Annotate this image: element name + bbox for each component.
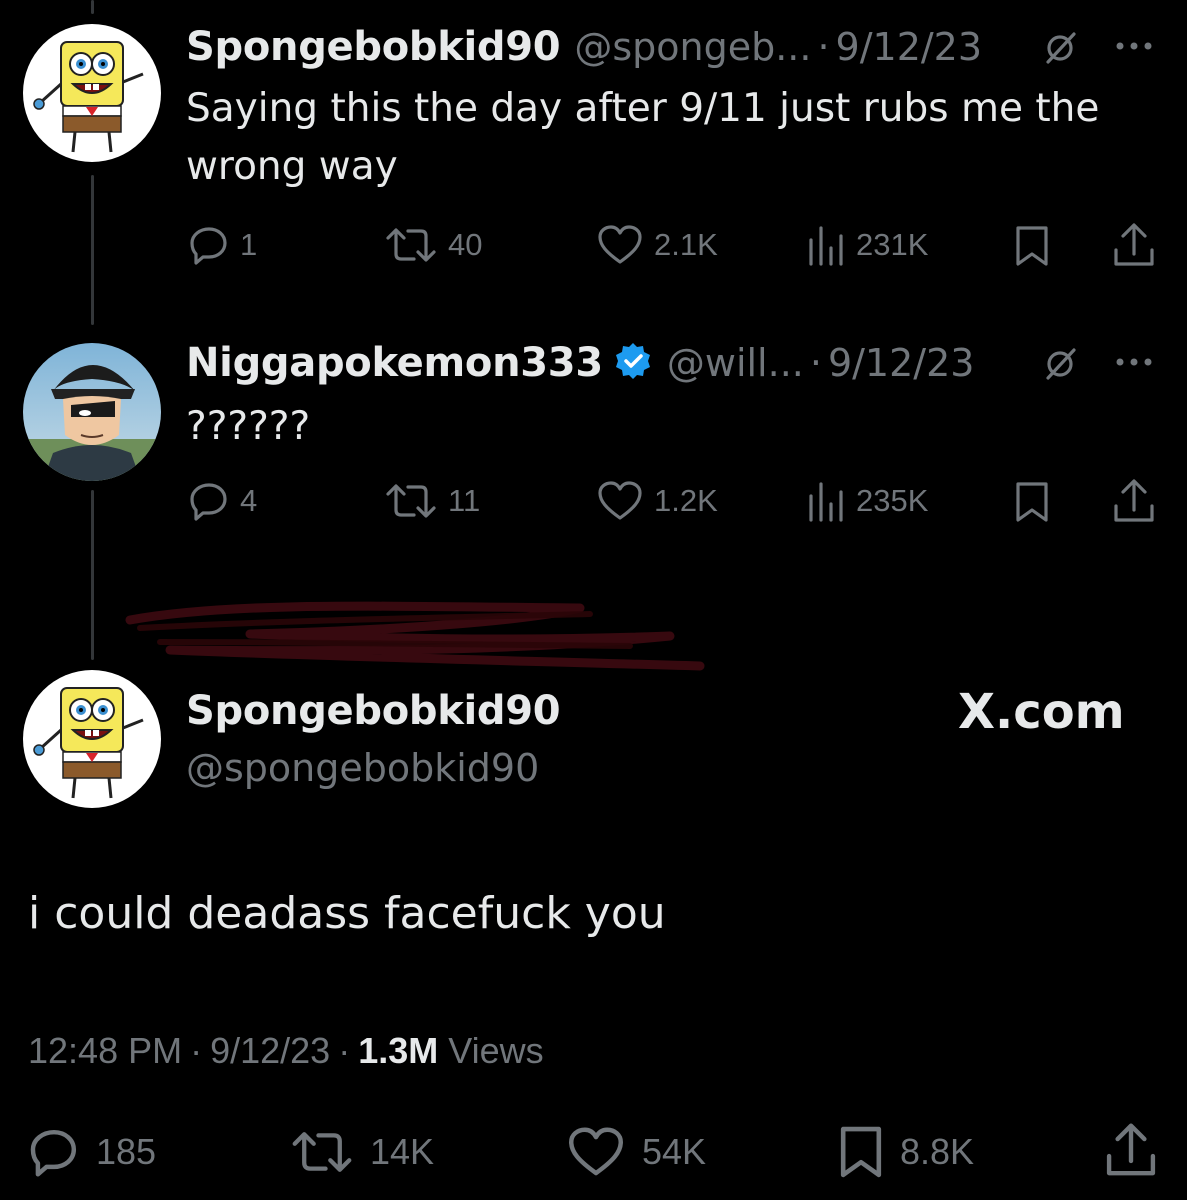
like-count: 1.2K — [654, 483, 718, 518]
reply-button[interactable]: 185 — [28, 1126, 156, 1178]
user-handle[interactable]: @spongebobkid90 — [186, 746, 539, 790]
verified-badge-icon — [613, 341, 653, 386]
tweet-time[interactable]: 12:48 PM — [28, 1030, 182, 1072]
tweet-text: Saying this the day after 9/11 just rubs… — [186, 86, 1100, 189]
reply-icon — [190, 227, 227, 265]
like-icon — [598, 481, 642, 520]
thread-line — [91, 175, 94, 325]
share-icon — [1114, 479, 1154, 522]
separator-dot: · — [338, 1030, 351, 1071]
bookmark-button[interactable]: 8.8K — [838, 1124, 974, 1180]
spongebob-avatar-image — [23, 24, 161, 162]
share-icon — [1106, 1123, 1156, 1176]
tweet-meta: 12:48 PM · 9/12/23 · 1.3M Views — [28, 1030, 544, 1072]
x-com-watermark: X.com — [958, 684, 1125, 740]
separator-dot: · — [190, 1030, 203, 1071]
reply-button[interactable]: 1 — [188, 224, 257, 266]
views-icon — [809, 226, 843, 266]
tweet-date[interactable]: 9/12/23 — [210, 1030, 330, 1072]
like-count: 54K — [642, 1131, 707, 1172]
share-button[interactable] — [1112, 478, 1156, 524]
user-handle[interactable]: @spongeb... — [574, 25, 811, 69]
display-name[interactable]: Niggapokemon333 — [186, 340, 603, 386]
tweet-header: Niggapokemon333 @will... · 9/12/23 — [186, 340, 974, 386]
views-label: Views — [448, 1030, 544, 1071]
repost-icon — [292, 1132, 352, 1172]
display-name[interactable]: Spongebobkid90 — [186, 688, 561, 734]
repost-count: 14K — [370, 1131, 435, 1172]
views-count: 235K — [856, 483, 929, 518]
tweet-date[interactable]: 9/12/23 — [836, 25, 983, 69]
views-button[interactable]: 235K — [806, 480, 928, 522]
tweet-header: Spongebobkid90 @spongeb... · 9/12/23 — [186, 24, 982, 70]
grok-icon[interactable] — [1040, 344, 1080, 389]
thread-line — [91, 0, 94, 14]
repost-icon — [386, 484, 436, 518]
anime-character-avatar-image — [23, 343, 161, 481]
avatar[interactable] — [23, 343, 161, 481]
bookmark-count: 8.8K — [900, 1131, 975, 1172]
bookmark-button[interactable] — [1014, 480, 1050, 524]
like-icon — [569, 1127, 623, 1176]
share-button[interactable] — [1104, 1122, 1158, 1178]
reply-button[interactable]: 4 — [188, 480, 257, 522]
tweet-date[interactable]: 9/12/23 — [828, 341, 975, 385]
views-button[interactable]: 231K — [806, 224, 928, 266]
thread-line — [91, 490, 94, 660]
bookmark-icon — [1016, 226, 1048, 266]
avatar[interactable] — [23, 24, 161, 162]
reply-count: 185 — [96, 1131, 157, 1172]
more-icon[interactable] — [1112, 352, 1156, 377]
reply-icon — [30, 1129, 77, 1177]
share-button[interactable] — [1112, 222, 1156, 268]
grok-icon[interactable] — [1040, 28, 1080, 73]
avatar[interactable] — [23, 670, 161, 808]
repost-button[interactable]: 14K — [290, 1126, 434, 1178]
views-count: 231K — [856, 227, 929, 262]
more-icon[interactable] — [1112, 36, 1156, 61]
like-button[interactable]: 1.2K — [596, 480, 718, 522]
repost-count: 11 — [448, 483, 481, 518]
reply-count: 4 — [240, 483, 258, 518]
tweet-text: ?????? — [186, 404, 311, 449]
redaction-scribble — [110, 590, 710, 685]
tweet-text: i could deadass facefuck you — [28, 888, 666, 939]
share-icon — [1114, 223, 1154, 266]
repost-icon — [386, 228, 436, 262]
user-handle[interactable]: @will... — [667, 341, 804, 385]
views-count[interactable]: 1.3M — [358, 1030, 438, 1072]
reply-icon — [190, 483, 227, 521]
bookmark-button[interactable] — [1014, 224, 1050, 268]
repost-button[interactable]: 40 — [384, 224, 482, 266]
bookmark-icon — [840, 1126, 882, 1178]
separator-dot: · — [809, 341, 822, 385]
repost-count: 40 — [448, 227, 483, 262]
display-name[interactable]: Spongebobkid90 — [186, 24, 561, 70]
like-icon — [598, 225, 642, 264]
spongebob-avatar-image — [23, 670, 161, 808]
views-icon — [809, 482, 843, 522]
like-count: 2.1K — [654, 227, 718, 262]
separator-dot: · — [817, 25, 830, 69]
like-button[interactable]: 2.1K — [596, 224, 718, 266]
repost-button[interactable]: 11 — [384, 480, 480, 522]
reply-count: 1 — [240, 227, 258, 262]
like-button[interactable]: 54K — [566, 1126, 706, 1178]
bookmark-icon — [1016, 482, 1048, 522]
